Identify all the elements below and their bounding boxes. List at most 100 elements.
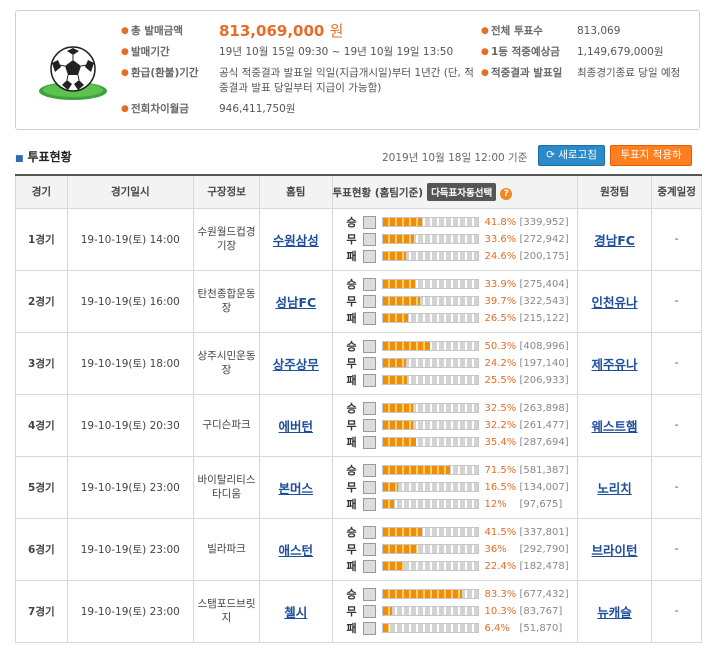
- home-team-link[interactable]: 애스턴: [279, 543, 314, 558]
- outcome-checkbox[interactable]: [362, 373, 376, 387]
- home-team-link[interactable]: 에버턴: [279, 419, 314, 434]
- away-team-link[interactable]: 제주유나: [592, 357, 638, 372]
- vote-cell: 승 50.3% [408,996] 무 24.2% [197,140] 패 25.5% [206…: [331, 331, 578, 395]
- away-team-cell: 노리치: [576, 455, 653, 519]
- outcome-checkbox[interactable]: [362, 311, 376, 325]
- vote-bar-fill: [382, 528, 422, 536]
- outcome-label: 무: [346, 295, 357, 308]
- outcome-checkbox[interactable]: [362, 232, 376, 246]
- outcome-checkbox[interactable]: [362, 525, 376, 539]
- match-row: 4경기 19-10-19(토) 20:30 구디슨파크 에버턴 승 32.5% [263,8…: [15, 393, 702, 457]
- square-bullet-icon: ■: [15, 154, 24, 164]
- bullet-icon: ●: [481, 26, 489, 36]
- home-team-cell: 수원삼성: [259, 207, 333, 271]
- outcome-checkbox[interactable]: [362, 215, 376, 229]
- carryover-value: 946,411,750원: [219, 103, 296, 115]
- outcome-checkbox[interactable]: [362, 435, 376, 449]
- help-icon[interactable]: ?: [500, 187, 513, 200]
- match-row: 7경기 19-10-19(토) 23:00 스탬포드브릿지 첼시 승 83.3% [677,…: [15, 579, 702, 643]
- outcome-checkbox[interactable]: [362, 542, 376, 556]
- vote-option-row: 패 24.6% [200,175]: [347, 248, 577, 265]
- vote-bar-fill: [382, 421, 414, 429]
- away-team-link[interactable]: 노리치: [597, 481, 632, 496]
- outcome-checkbox[interactable]: [362, 401, 376, 415]
- home-team-link[interactable]: 상주상무: [273, 357, 319, 372]
- auto-select-button[interactable]: 다득표자동선택: [427, 182, 497, 201]
- bullet-icon: ●: [481, 47, 489, 57]
- outcome-checkbox[interactable]: [362, 418, 376, 432]
- vote-bar: [381, 420, 479, 430]
- vote-count: [83,767]: [519, 605, 563, 617]
- apply-to-ticket-button[interactable]: 투표지 적용하기: [610, 145, 692, 180]
- outcome-label: 무: [346, 419, 357, 432]
- datetime-cell: 19-10-19(토) 16:00: [66, 269, 194, 333]
- outcome-label: 패: [346, 250, 357, 263]
- vote-bar: [381, 375, 479, 385]
- vote-option-row: 승 41.5% [337,801]: [347, 524, 577, 541]
- vote-bar: [381, 217, 479, 227]
- home-team-link[interactable]: 첼시: [284, 605, 307, 620]
- bullet-icon: ●: [481, 68, 489, 78]
- vote-count: [287,694]: [519, 436, 569, 448]
- outcome-label: 패: [346, 312, 357, 325]
- vote-bar: [381, 544, 479, 554]
- vote-percent: 41.8%: [484, 216, 517, 228]
- home-team-cell: 에버턴: [259, 393, 333, 457]
- vote-percent: 35.4%: [484, 436, 517, 448]
- vote-count: [408,996]: [519, 340, 569, 352]
- match-row: 5경기 19-10-19(토) 23:00 바이탈리티스타디움 본머스 승 71.5% [5…: [15, 455, 702, 519]
- home-team-link[interactable]: 성남FC: [275, 295, 316, 310]
- vote-bar-fill: [382, 359, 406, 367]
- away-team-link[interactable]: 인천유나: [592, 295, 638, 310]
- outcome-checkbox[interactable]: [362, 249, 376, 263]
- vote-count: [51,870]: [519, 622, 563, 634]
- vote-option-row: 승 33.9% [275,404]: [347, 276, 577, 293]
- vote-option-row: 무 32.2% [261,477]: [347, 417, 577, 434]
- outcome-label: 승: [346, 588, 357, 601]
- vote-bar: [381, 403, 479, 413]
- round-cell: 1경기: [15, 207, 68, 271]
- home-team-link[interactable]: 수원삼성: [273, 233, 319, 248]
- vote-bar-fill: [382, 483, 399, 491]
- outcome-checkbox[interactable]: [362, 604, 376, 618]
- broadcast-cell: -: [651, 579, 702, 643]
- datetime-cell: 19-10-19(토) 23:00: [66, 455, 194, 519]
- outcome-checkbox[interactable]: [362, 277, 376, 291]
- away-team-link[interactable]: 경남FC: [594, 233, 635, 248]
- home-team-link[interactable]: 본머스: [279, 481, 314, 496]
- away-team-link[interactable]: 브라이턴: [592, 543, 638, 558]
- outcome-checkbox[interactable]: [362, 356, 376, 370]
- vote-bar: [381, 606, 479, 616]
- vote-bar: [381, 296, 479, 306]
- vote-count: [97,675]: [519, 498, 563, 510]
- outcome-checkbox[interactable]: [362, 621, 376, 635]
- vote-bar: [381, 437, 479, 447]
- outcome-checkbox[interactable]: [362, 463, 376, 477]
- outcome-label: 무: [346, 543, 357, 556]
- vote-count: [337,801]: [519, 526, 569, 538]
- vote-option-row: 무 16.5% [134,007]: [347, 479, 577, 496]
- vote-bar: [381, 527, 479, 537]
- vote-option-row: 패 25.5% [206,933]: [347, 372, 577, 389]
- vote-bar-fill: [382, 252, 406, 260]
- match-row: 3경기 19-10-19(토) 18:00 상주시민운동장 상주상무 승 50.3% [40…: [15, 331, 702, 395]
- outcome-checkbox[interactable]: [362, 559, 376, 573]
- vote-bar: [381, 465, 479, 475]
- vote-percent: 16.5%: [484, 481, 517, 493]
- datetime-cell: 19-10-19(토) 23:00: [66, 517, 194, 581]
- outcome-checkbox[interactable]: [362, 480, 376, 494]
- away-team-link[interactable]: 웨스트햄: [592, 419, 638, 434]
- outcome-checkbox[interactable]: [362, 587, 376, 601]
- venue-cell: 구디슨파크: [192, 393, 261, 457]
- outcome-checkbox[interactable]: [362, 339, 376, 353]
- vote-percent: 83.3%: [484, 588, 517, 600]
- vote-option-row: 패 35.4% [287,694]: [347, 434, 577, 451]
- vote-percent: 24.6%: [484, 250, 517, 262]
- outcome-checkbox[interactable]: [362, 294, 376, 308]
- outcome-checkbox[interactable]: [362, 497, 376, 511]
- header-venue: 구장정보: [192, 174, 261, 209]
- away-team-link[interactable]: 뉴캐슬: [597, 605, 632, 620]
- refresh-button[interactable]: ⟳ 새로고침: [538, 145, 605, 166]
- total-sales-value: 813,069,000 원: [219, 22, 344, 40]
- vote-bar-fill: [382, 235, 415, 243]
